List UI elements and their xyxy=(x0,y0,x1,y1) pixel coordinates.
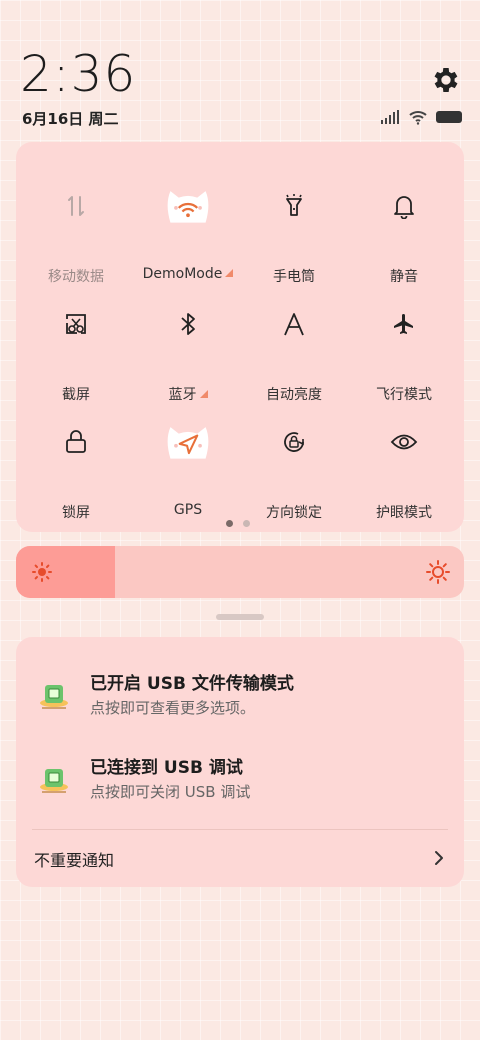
page-dot-active xyxy=(226,520,233,527)
tile-bluetooth[interactable]: 蓝牙 xyxy=(132,288,244,403)
tile-label: 蓝牙 xyxy=(168,387,197,403)
tile-label: 飞行模式 xyxy=(376,387,432,403)
sun-low-icon xyxy=(32,562,52,582)
divider xyxy=(32,829,448,830)
screenshot-icon xyxy=(51,302,101,346)
date-label: 6月16日 周二 xyxy=(22,110,119,128)
tile-label: 锁屏 xyxy=(62,505,90,521)
notification-title: 已连接到 USB 调试 xyxy=(90,758,243,778)
lock-icon xyxy=(51,420,101,464)
tile-label: 自动亮度 xyxy=(266,387,322,403)
tile-mobile-data[interactable]: 移动数据 xyxy=(20,170,132,285)
tile-label-wrap: 蓝牙 xyxy=(132,384,244,404)
eye-icon xyxy=(379,420,429,464)
settings-gear-icon[interactable] xyxy=(430,64,462,96)
wifi-icon xyxy=(409,111,427,125)
page-dot xyxy=(243,520,250,527)
tile-eye-protection[interactable]: 护眼模式 xyxy=(348,406,460,521)
usb-icon xyxy=(40,685,68,709)
tile-auto-brightness[interactable]: 自动亮度 xyxy=(238,288,350,403)
page-indicator xyxy=(226,520,250,527)
tile-label: DemoMode xyxy=(142,266,223,282)
mobile-data-icon xyxy=(51,184,101,228)
airplane-icon xyxy=(379,302,429,346)
brightness-slider[interactable] xyxy=(16,546,464,598)
usb-icon xyxy=(40,769,68,793)
expand-indicator-icon xyxy=(225,269,234,277)
tile-demomode[interactable]: DemoMode xyxy=(132,170,244,282)
unimportant-notifications-row[interactable]: 不重要通知 xyxy=(16,833,464,883)
notification-title: 已开启 USB 文件传输模式 xyxy=(90,674,294,694)
tile-mute[interactable]: 静音 xyxy=(348,170,460,285)
notification-usb-debugging[interactable]: 已连接到 USB 调试 点按即可关闭 USB 调试 xyxy=(16,749,464,809)
tile-label: 手电筒 xyxy=(273,269,315,285)
tile-label: 方向锁定 xyxy=(266,505,322,521)
tile-flashlight[interactable]: 手电筒 xyxy=(238,170,350,285)
chevron-right-icon xyxy=(435,851,443,865)
drag-handle[interactable] xyxy=(216,614,264,620)
tile-lock-screen[interactable]: 锁屏 xyxy=(20,406,132,521)
quick-settings-panel: 移动数据 DemoMode 手电筒 静音 截屏 蓝牙 自动亮度 飞行模式 锁屏 … xyxy=(16,142,464,532)
battery-icon xyxy=(436,111,462,123)
bell-icon xyxy=(379,184,429,228)
tile-airplane[interactable]: 飞行模式 xyxy=(348,288,460,403)
clock[interactable]: 2:36 xyxy=(20,46,136,102)
notification-subtitle: 点按即可查看更多选项。 xyxy=(90,699,256,717)
tile-label: 静音 xyxy=(390,269,418,285)
status-icons xyxy=(380,108,462,126)
notification-subtitle: 点按即可关闭 USB 调试 xyxy=(90,783,251,801)
tile-gps[interactable]: GPS xyxy=(132,406,244,518)
expand-indicator-icon xyxy=(199,390,208,398)
tile-label: 截屏 xyxy=(62,387,90,403)
tile-label: GPS xyxy=(173,502,203,518)
bluetooth-icon xyxy=(163,302,213,346)
wifi-cat-icon xyxy=(163,184,213,228)
signal-icon xyxy=(381,110,399,124)
tile-label: 移动数据 xyxy=(48,269,104,285)
notification-panel: 已开启 USB 文件传输模式 点按即可查看更多选项。 已连接到 USB 调试 点… xyxy=(16,637,464,887)
unimportant-notifications-label: 不重要通知 xyxy=(34,851,115,870)
tile-rotation-lock[interactable]: 方向锁定 xyxy=(238,406,350,521)
tile-screenshot[interactable]: 截屏 xyxy=(20,288,132,403)
auto-brightness-icon xyxy=(269,302,319,346)
tile-label: 护眼模式 xyxy=(376,505,432,521)
location-cat-icon xyxy=(163,420,213,464)
flashlight-icon xyxy=(269,184,319,228)
tile-label-wrap: DemoMode xyxy=(132,266,244,282)
sun-high-icon xyxy=(426,560,450,584)
rotation-lock-icon xyxy=(269,420,319,464)
notification-usb-transfer[interactable]: 已开启 USB 文件传输模式 点按即可查看更多选项。 xyxy=(16,665,464,725)
